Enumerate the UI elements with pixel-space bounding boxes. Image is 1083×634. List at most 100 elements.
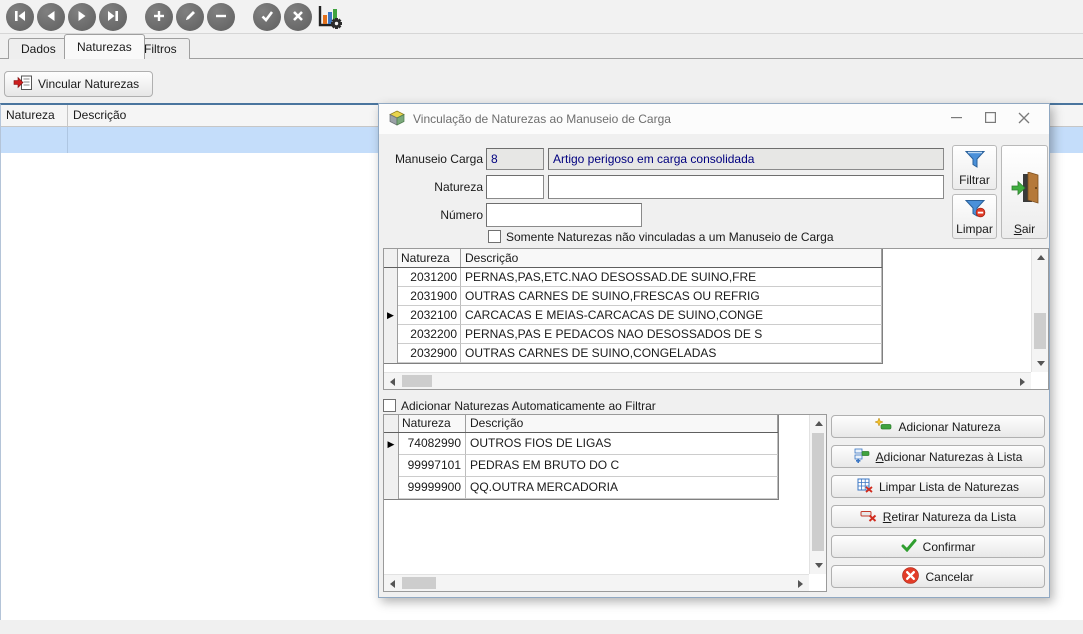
scroll-left-button[interactable] (384, 575, 401, 592)
adicionar-natureza-label: Adicionar Natureza (898, 420, 1000, 434)
column-header-natureza[interactable]: Natureza (398, 249, 461, 267)
vincular-naturezas-button[interactable]: Vincular Naturezas (4, 71, 153, 97)
row-selector[interactable]: ▶ (384, 433, 399, 455)
cell-descricao: OUTRAS CARNES DE SUINO,FRESCAS OU REFRIG (461, 287, 882, 306)
table-row-selected[interactable]: ▶ 2032100 CARCACAS E MEIAS-CARCACAS DE S… (384, 306, 882, 325)
add-naturezas-list-icon (854, 448, 870, 466)
limpar-filtro-button[interactable]: Limpar (952, 194, 997, 239)
retirar-natureza-label: Retirar Natureza da Lista (883, 510, 1016, 524)
row-selector[interactable]: ▶ (384, 306, 398, 325)
scroll-left-button[interactable] (384, 373, 401, 390)
cell-natureza: 74082990 (399, 433, 466, 455)
prior-record-icon (44, 9, 58, 26)
column-header-natureza[interactable]: Natureza (399, 415, 466, 432)
first-record-button[interactable] (6, 3, 34, 31)
table-row[interactable]: 99999900 QQ.OUTRA MERCADORIA (384, 477, 778, 499)
horizontal-scrollbar[interactable] (384, 574, 809, 591)
limpar-label: Limpar (956, 222, 993, 236)
retirar-natureza-button[interactable]: Retirar Natureza da Lista (831, 505, 1045, 528)
scroll-right-button[interactable] (792, 575, 809, 592)
scroll-down-button[interactable] (1032, 355, 1049, 372)
naturezas-selected-grid: Natureza Descrição ▶ 74082990 OUTROS FIO… (384, 415, 779, 500)
numero-input[interactable] (486, 203, 642, 227)
grid-header: Natureza Descrição (384, 415, 778, 433)
tab-naturezas[interactable]: Naturezas (64, 34, 145, 59)
filtrar-button[interactable]: Filtrar (952, 145, 997, 190)
scrollbar-thumb[interactable] (1034, 313, 1046, 349)
insert-record-button[interactable] (145, 3, 173, 31)
row-selector[interactable] (384, 287, 398, 306)
somente-nao-vinculadas-label: Somente Naturezas não vinculadas a um Ma… (506, 230, 834, 244)
last-record-button[interactable] (99, 3, 127, 31)
cell-descricao: PERNAS,PAS,ETC.NAO DESOSSAD.DE SUINO,FRE (461, 268, 882, 287)
table-row[interactable]: 99997101 PEDRAS EM BRUTO DO C (384, 455, 778, 477)
vertical-scrollbar[interactable] (1031, 249, 1048, 372)
scrollbar-thumb[interactable] (402, 375, 432, 387)
dialog-title-bar[interactable]: Vinculação de Naturezas ao Manuseio de C… (379, 104, 1049, 134)
filtrar-label: Filtrar (959, 173, 990, 187)
adicionar-automaticamente-label: Adicionar Naturezas Automaticamente ao F… (401, 399, 656, 413)
cancelar-button[interactable]: Cancelar (831, 565, 1045, 588)
table-row[interactable]: 2032200 PERNAS,PAS E PEDACOS NAO DESOSSA… (384, 325, 882, 344)
adicionar-naturezas-lista-button[interactable]: Adicionar Naturezas à Lista (831, 445, 1045, 468)
natureza-code-input[interactable] (486, 175, 544, 199)
triangle-up-icon (815, 421, 823, 426)
minimize-icon (951, 112, 962, 126)
column-header-descricao[interactable]: Descrição (466, 415, 778, 432)
cell-descricao: CARCACAS E MEIAS-CARCACAS DE SUINO,CONGE (461, 306, 882, 325)
table-row[interactable]: 2032900 OUTRAS CARNES DE SUINO,CONGELADA… (384, 344, 882, 363)
row-selector[interactable] (384, 325, 398, 344)
adicionar-natureza-button[interactable]: Adicionar Natureza (831, 415, 1045, 438)
row-selector[interactable] (384, 455, 399, 477)
clear-list-icon (857, 478, 873, 496)
cancel-x-icon (902, 567, 919, 587)
cell-natureza: 99997101 (399, 455, 466, 477)
table-row-selected[interactable]: ▶ 74082990 OUTROS FIOS DE LIGAS (384, 433, 778, 455)
cell-descricao: OUTROS FIOS DE LIGAS (466, 433, 778, 455)
delete-record-button[interactable] (207, 3, 235, 31)
scrollbar-thumb[interactable] (812, 433, 824, 551)
maximize-icon (985, 112, 996, 126)
cell-descricao: OUTRAS CARNES DE SUINO,CONGELADAS (461, 344, 882, 363)
confirmar-button[interactable]: Confirmar (831, 535, 1045, 558)
row-selector[interactable] (384, 477, 399, 499)
scroll-up-button[interactable] (810, 415, 827, 432)
naturezas-selected-grid-panel: Natureza Descrição ▶ 74082990 OUTROS FIO… (383, 414, 827, 592)
limpar-lista-button[interactable]: Limpar Lista de Naturezas (831, 475, 1045, 498)
post-record-button[interactable] (253, 3, 281, 31)
horizontal-scrollbar[interactable] (384, 372, 1031, 389)
tab-dados[interactable]: Dados (8, 38, 69, 59)
chart-settings-button[interactable] (314, 2, 344, 32)
exit-door-icon (1010, 172, 1040, 208)
scroll-down-button[interactable] (810, 557, 827, 574)
close-button[interactable] (1007, 104, 1041, 134)
adicionar-automaticamente-checkbox[interactable] (383, 399, 396, 412)
vincular-naturezas-label: Vincular Naturezas (38, 77, 139, 91)
table-row[interactable]: 2031200 PERNAS,PAS,ETC.NAO DESOSSAD.DE S… (384, 268, 882, 287)
tab-bar: Dados Naturezas Filtros (0, 34, 1083, 59)
scroll-up-button[interactable] (1032, 249, 1049, 266)
natureza-desc-input[interactable] (548, 175, 944, 199)
somente-nao-vinculadas-checkbox[interactable] (488, 230, 501, 243)
scroll-right-button[interactable] (1014, 373, 1031, 390)
sair-button[interactable]: Sair (1001, 145, 1048, 239)
numero-label: Número (385, 208, 483, 222)
table-row[interactable]: 2031900 OUTRAS CARNES DE SUINO,FRESCAS O… (384, 287, 882, 306)
row-selector[interactable] (384, 344, 398, 363)
next-record-button[interactable] (68, 3, 96, 31)
next-record-icon (75, 9, 89, 26)
scrollbar-thumb[interactable] (402, 577, 436, 589)
vertical-scrollbar[interactable] (809, 415, 826, 574)
chart-settings-icon (315, 2, 343, 33)
minimize-button[interactable] (939, 104, 973, 134)
edit-record-button[interactable] (176, 3, 204, 31)
maximize-button[interactable] (973, 104, 1007, 134)
column-header-natureza[interactable]: Natureza (1, 105, 68, 126)
row-selector[interactable] (384, 268, 398, 287)
column-header-descricao[interactable]: Descrição (461, 249, 882, 267)
cell-descricao: QQ.OUTRA MERCADORIA (466, 477, 778, 499)
prior-record-button[interactable] (37, 3, 65, 31)
triangle-right-icon (1020, 378, 1025, 386)
cell-natureza: 2031900 (398, 287, 461, 306)
cancel-record-button[interactable] (284, 3, 312, 31)
